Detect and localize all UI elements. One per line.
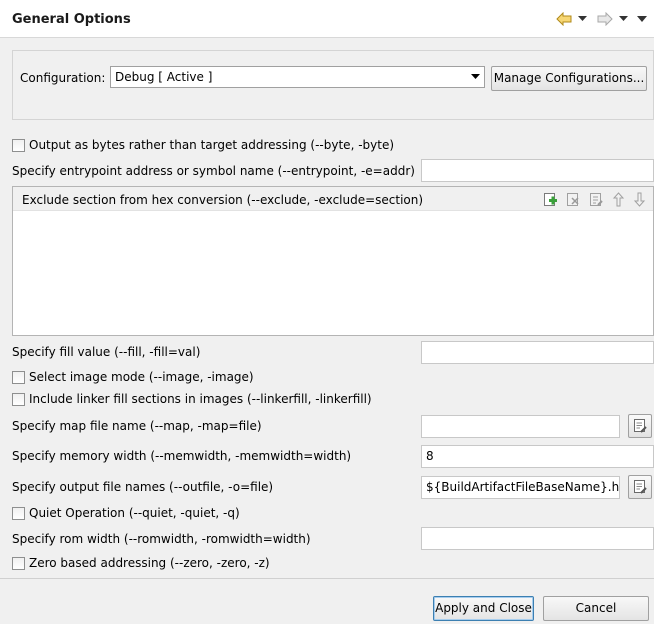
- romwidth-label: Specify rom width (--romwidth, -romwidth…: [12, 532, 311, 546]
- map-file-input[interactable]: [421, 415, 620, 438]
- exclude-list-title: Exclude section from hex conversion (--e…: [22, 193, 424, 207]
- image-mode-label: Select image mode (--image, -image): [29, 370, 254, 384]
- chevron-down-icon: [578, 16, 587, 22]
- chevron-down-icon: [471, 70, 480, 86]
- memwidth-input[interactable]: 8: [421, 445, 654, 468]
- memwidth-label: Specify memory width (--memwidth, -memwi…: [12, 449, 352, 463]
- romwidth-input[interactable]: [421, 527, 654, 550]
- quiet-label: Quiet Operation (--quiet, -quiet, -q): [29, 506, 240, 520]
- configuration-selected-value: Debug [ Active ]: [115, 70, 213, 84]
- linker-fill-label: Include linker fill sections in images (…: [29, 392, 372, 406]
- back-history-dropdown[interactable]: [578, 9, 587, 29]
- apply-and-close-button[interactable]: Apply and Close: [433, 596, 534, 621]
- exclude-section-list[interactable]: Exclude section from hex conversion (--e…: [12, 186, 654, 336]
- linker-fill-checkbox[interactable]: [12, 393, 25, 406]
- fill-value-input[interactable]: [421, 341, 654, 364]
- forward-history-dropdown[interactable]: [619, 9, 628, 29]
- zero-based-checkbox[interactable]: [12, 557, 25, 570]
- map-file-browse-button[interactable]: [628, 414, 652, 438]
- zero-based-label: Zero based addressing (--zero, -zero, -z…: [29, 556, 270, 570]
- move-down-button[interactable]: [632, 192, 647, 207]
- page-title: General Options: [12, 12, 131, 27]
- map-file-label: Specify map file name (--map, -map=file): [12, 419, 262, 433]
- edit-icon: [589, 193, 604, 210]
- menu-down-icon: [637, 15, 647, 23]
- add-item-button[interactable]: [543, 192, 558, 207]
- view-menu-button[interactable]: [637, 9, 647, 29]
- add-icon: [543, 193, 558, 210]
- footer-divider: [0, 578, 654, 579]
- quiet-checkbox[interactable]: [12, 507, 25, 520]
- fill-value-label: Specify fill value (--fill, -fill=val): [12, 345, 201, 359]
- back-button[interactable]: [556, 9, 572, 29]
- configuration-select[interactable]: Debug [ Active ]: [110, 66, 485, 88]
- output-bytes-label: Output as bytes rather than target addre…: [29, 138, 395, 152]
- back-arrow-icon: [556, 12, 572, 26]
- move-down-icon: [632, 192, 647, 210]
- entrypoint-input[interactable]: [421, 159, 654, 182]
- entrypoint-label: Specify entrypoint address or symbol nam…: [12, 164, 415, 178]
- chevron-down-icon: [619, 16, 628, 22]
- output-bytes-checkbox[interactable]: [12, 139, 25, 152]
- outfile-input[interactable]: ${BuildArtifactFileBaseName}.hex: [421, 476, 620, 499]
- delete-item-button[interactable]: [566, 192, 581, 207]
- outfile-browse-button[interactable]: [628, 475, 652, 499]
- forward-arrow-icon: [597, 12, 613, 26]
- cancel-button[interactable]: Cancel: [543, 596, 649, 621]
- configuration-label: Configuration:: [20, 71, 106, 85]
- delete-icon: [566, 193, 581, 210]
- image-mode-checkbox[interactable]: [12, 371, 25, 384]
- manage-configurations-button[interactable]: Manage Configurations...: [491, 66, 647, 91]
- move-up-button[interactable]: [611, 192, 626, 207]
- outfile-label: Specify output file names (--outfile, -o…: [12, 480, 274, 494]
- forward-button[interactable]: [597, 9, 613, 29]
- move-up-icon: [611, 192, 626, 210]
- edit-item-button[interactable]: [589, 192, 604, 207]
